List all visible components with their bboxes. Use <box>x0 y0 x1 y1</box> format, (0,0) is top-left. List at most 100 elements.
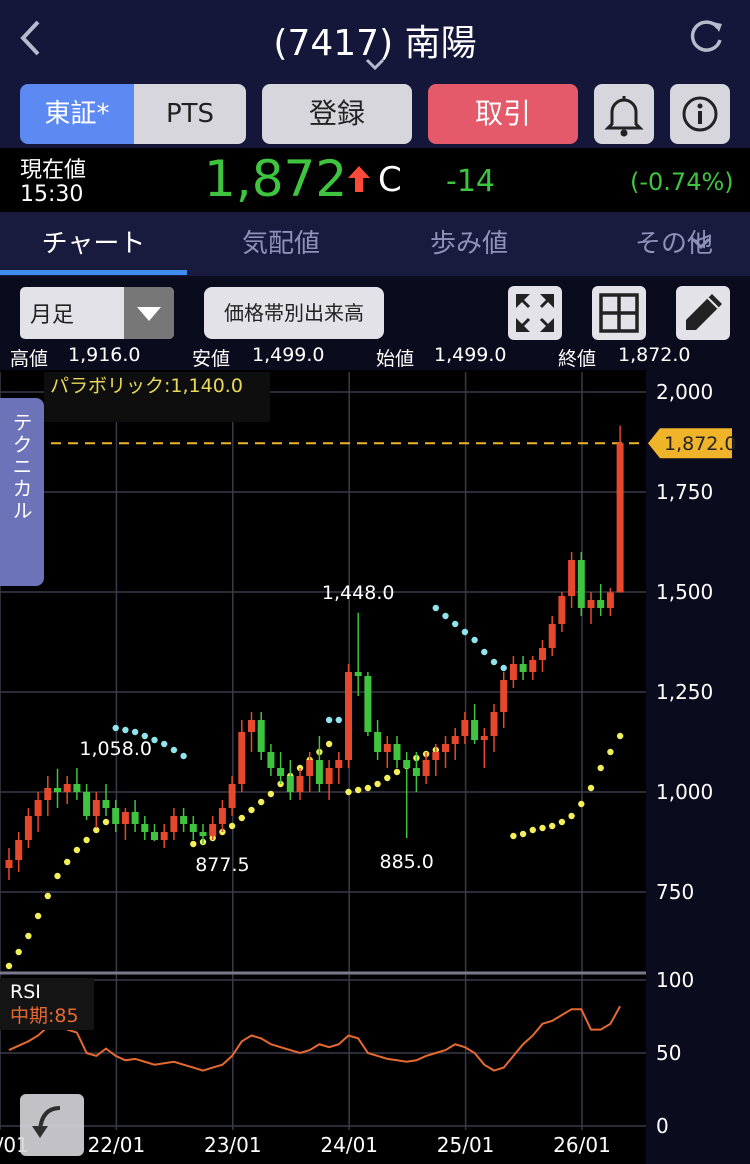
candle-body <box>121 812 129 824</box>
tab-chart[interactable]: チャート <box>0 212 187 276</box>
sar-dot <box>549 822 556 830</box>
sar-dot <box>73 846 81 854</box>
candle-body <box>412 768 420 776</box>
candle-body <box>587 600 595 608</box>
candle-body <box>354 672 362 676</box>
back-arrow-icon <box>32 1106 61 1138</box>
x-tick-label: 24/01 <box>320 1133 378 1157</box>
candle-body <box>277 768 285 776</box>
sar-dot <box>63 858 71 866</box>
sar-dot <box>568 812 575 820</box>
sar-dot <box>131 728 139 736</box>
refresh-icon[interactable] <box>686 16 726 56</box>
info-button[interactable] <box>670 84 730 144</box>
sar-dot <box>34 912 42 920</box>
price-annotation: 1,448.0 <box>322 582 395 604</box>
sar-dot <box>539 824 546 832</box>
candle-body <box>606 592 614 608</box>
sar-dot <box>25 932 32 940</box>
volume-by-price-button[interactable]: 価格帯別出来高 <box>204 287 384 339</box>
candle-body <box>54 788 61 792</box>
candle-body <box>539 648 546 660</box>
candle-body <box>170 816 178 832</box>
tab-quotes[interactable]: 気配値 <box>187 212 375 276</box>
candle-body <box>63 784 71 792</box>
candle-body <box>577 560 585 608</box>
y-tick-label: 1,250 <box>656 680 713 704</box>
sar-dot <box>597 764 604 772</box>
candle-body <box>442 744 449 752</box>
sar-dot <box>190 840 197 848</box>
candle-body <box>393 744 401 760</box>
sar-dot <box>335 716 342 724</box>
candle-body <box>218 808 226 824</box>
candle-body <box>141 824 149 832</box>
candle-body <box>432 752 440 760</box>
rsi-label: RSI <box>10 981 41 1003</box>
quote-time: 15:30 <box>20 182 84 207</box>
sar-dot <box>471 636 478 644</box>
market-pts-button[interactable]: PTS <box>134 84 246 144</box>
grid-icon <box>599 293 639 333</box>
rsi-tick-label: 50 <box>656 1041 681 1065</box>
price-chart[interactable]: 2,0001,7501,5001,2501,00075021/0122/0123… <box>0 370 750 1164</box>
candle-body <box>131 812 139 824</box>
sar-dot <box>248 806 255 814</box>
layout-button[interactable] <box>592 286 646 340</box>
x-tick-label: 25/01 <box>437 1133 495 1157</box>
scroll-back-button[interactable] <box>20 1094 84 1156</box>
sar-dot <box>364 784 372 792</box>
candle-body <box>189 824 197 832</box>
chevron-down-icon[interactable] <box>690 236 712 252</box>
technical-label: テクニカル <box>9 412 33 522</box>
chart-toolbar: 月足 価格帯別出来高 <box>0 276 750 348</box>
fullscreen-button[interactable] <box>508 286 562 340</box>
sar-dot <box>258 798 265 806</box>
price-tag-label: 1,872.0 <box>664 433 737 455</box>
candle-body <box>102 800 110 808</box>
close-value: 1,872.0 <box>618 344 691 366</box>
candle-body <box>199 832 207 836</box>
price-bar: 現在値 15:30 1,872 C -14 (-0.74%) <box>0 148 750 212</box>
tab-trades[interactable]: 歩み値 <box>375 212 563 276</box>
sar-dot <box>374 780 381 788</box>
candle-body <box>345 672 352 760</box>
sar-dot <box>432 604 439 612</box>
rsi-tick-label: 100 <box>656 968 694 992</box>
candle-body <box>548 624 556 648</box>
sar-dot <box>267 790 275 798</box>
period-select[interactable]: 月足 <box>20 287 174 339</box>
sar-dot <box>325 740 333 748</box>
candle-body <box>383 744 391 752</box>
sar-dot <box>452 620 459 628</box>
sar-dot <box>102 818 110 826</box>
y-tick-label: 2,000 <box>656 380 713 404</box>
candle-body <box>471 720 479 740</box>
sar-dot <box>325 716 333 724</box>
candle-body <box>83 792 91 816</box>
trade-button[interactable]: 取引 <box>428 84 578 144</box>
candle-body <box>451 736 459 744</box>
tab-indicator <box>0 270 187 275</box>
register-button[interactable]: 登録 <box>262 84 412 144</box>
dropdown-icon[interactable] <box>124 287 174 339</box>
market-tosho-button[interactable]: 東証* <box>20 84 134 144</box>
price-annotation: 885.0 <box>379 851 433 873</box>
candle-body <box>151 832 158 840</box>
candle-body <box>180 816 188 824</box>
y-tick-label: 1,000 <box>656 780 713 804</box>
alert-button[interactable] <box>594 84 654 144</box>
sar-dot <box>151 736 158 744</box>
draw-button[interactable] <box>676 286 730 340</box>
candle-body <box>325 768 333 784</box>
chevron-down-icon[interactable] <box>364 56 386 72</box>
x-tick-label: 22/01 <box>88 1133 146 1157</box>
candle-body <box>403 760 411 768</box>
candle-body <box>44 788 52 800</box>
sar-dot <box>112 724 119 732</box>
candle-body <box>5 860 13 868</box>
y-tick-label: 750 <box>656 880 694 904</box>
sar-dot <box>461 628 469 636</box>
expand-icon <box>516 294 554 332</box>
candle-body <box>209 824 217 836</box>
